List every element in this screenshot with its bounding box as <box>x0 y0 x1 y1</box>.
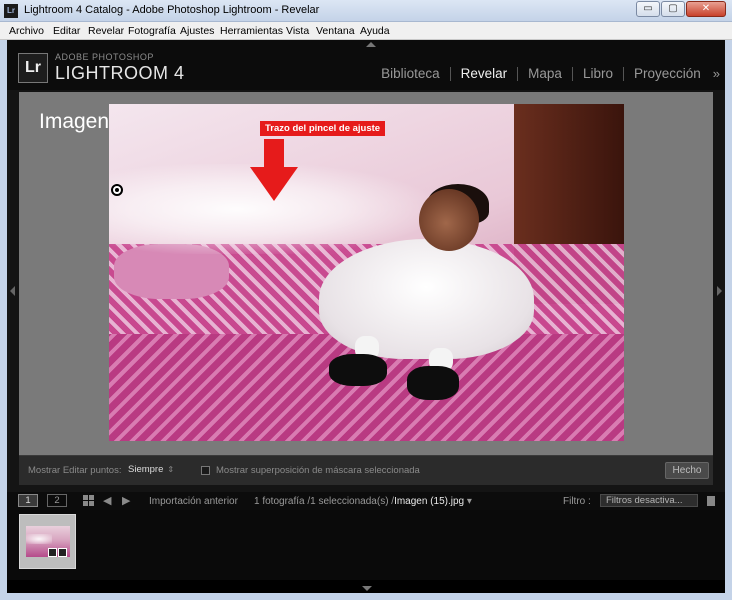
photo-canvas[interactable]: Trazo del pincel de ajuste <box>109 104 624 441</box>
show-edit-points-select[interactable]: Siempre ⇕ <box>128 464 174 475</box>
annotation-arrow-head-icon <box>250 167 298 201</box>
updown-icon: ⇕ <box>167 465 175 474</box>
window-controls: ▭ ▢ ✕ <box>636 1 726 17</box>
photo-face <box>419 189 479 251</box>
annotation-arrow-icon <box>264 139 284 169</box>
module-picker: Biblioteca Revelar Mapa Libro Proyección… <box>371 66 720 81</box>
brush-edit-pin-icon[interactable] <box>111 184 123 196</box>
window-title: Lightroom 4 Catalog - Adobe Photoshop Li… <box>24 4 320 16</box>
mask-overlay-checkbox[interactable] <box>201 466 210 475</box>
image-view[interactable]: Imagen (15).jpg Trazo del pincel de ajus… <box>19 92 713 455</box>
brand-subtitle: ADOBE PHOTOSHOP <box>55 52 154 62</box>
filmstrip-header: 1 2 ◀ ▶ Importación anterior 1 fotografí… <box>7 492 725 510</box>
menu-revelar[interactable]: Revelar <box>88 25 124 37</box>
done-button[interactable]: Hecho <box>665 462 709 479</box>
module-header: Lr ADOBE PHOTOSHOP LIGHTROOM 4 Bibliotec… <box>7 40 725 90</box>
filmstrip-source[interactable]: Importación anterior <box>149 496 238 507</box>
breadcrumb-prefix: 1 fotografía /1 seleccionada(s) / <box>254 496 395 507</box>
lightroom-logo: Lr <box>18 53 48 83</box>
collapse-top-panel-icon[interactable] <box>366 42 376 47</box>
lightroom-app-icon: Lr <box>4 4 18 18</box>
forward-arrow-icon[interactable]: ▶ <box>122 494 130 507</box>
grid-view-icon[interactable] <box>83 495 94 506</box>
module-mapa[interactable]: Mapa <box>518 66 572 81</box>
menu-ventana[interactable]: Ventana <box>316 25 355 37</box>
show-edit-points-label: Mostrar Editar puntos: <box>28 465 122 476</box>
breadcrumb-filename: Imagen (15).jpg <box>394 496 465 507</box>
photo-shoe <box>407 366 459 400</box>
filter-label: Filtro : <box>563 496 591 507</box>
mask-overlay-label: Mostrar superposición de máscara selecci… <box>216 465 420 476</box>
collapse-bottom-panel-icon[interactable] <box>362 586 372 591</box>
window-border-right <box>725 40 732 600</box>
menu-ayuda[interactable]: Ayuda <box>360 25 390 37</box>
window-border-left <box>0 40 7 600</box>
back-arrow-icon[interactable]: ◀ <box>103 494 111 507</box>
module-libro[interactable]: Libro <box>573 66 623 81</box>
photo-shoe <box>329 354 387 386</box>
window-border-bottom <box>0 593 732 600</box>
edited-badge-icon <box>58 548 67 557</box>
minimize-button[interactable]: ▭ <box>636 1 660 17</box>
module-proyeccion[interactable]: Proyección <box>624 66 711 81</box>
module-revelar[interactable]: Revelar <box>451 66 518 81</box>
chevron-down-icon: ▾ <box>466 496 472 507</box>
show-edit-points-value: Siempre <box>128 464 164 475</box>
title-bar: Lr Lightroom 4 Catalog - Adobe Photoshop… <box>0 0 732 22</box>
menu-bar: Archivo Editar Revelar Fotografía Ajuste… <box>0 22 732 40</box>
crop-badge-icon <box>48 548 57 557</box>
secondary-window-button[interactable]: 2 <box>47 494 67 507</box>
more-modules-icon[interactable]: » <box>711 66 720 81</box>
filter-select[interactable]: Filtros desactiva... <box>600 494 698 507</box>
primary-window-button[interactable]: 1 <box>18 494 38 507</box>
menu-vista[interactable]: Vista <box>286 25 309 37</box>
filmstrip-thumbnail[interactable] <box>19 514 76 569</box>
menu-herramientas[interactable]: Herramientas <box>220 25 283 37</box>
filmstrip <box>7 510 725 580</box>
close-button[interactable]: ✕ <box>686 1 726 17</box>
filter-lock-icon[interactable] <box>707 496 715 506</box>
main-work-area: Imagen (15).jpg Trazo del pincel de ajus… <box>7 90 725 492</box>
menu-archivo[interactable]: Archivo <box>9 25 44 37</box>
brand-title: LIGHTROOM 4 <box>55 63 185 83</box>
collapse-right-panel-icon[interactable] <box>717 286 722 296</box>
menu-fotografia[interactable]: Fotografía <box>128 25 176 37</box>
module-biblioteca[interactable]: Biblioteca <box>371 66 450 81</box>
maximize-button[interactable]: ▢ <box>661 1 685 17</box>
menu-ajustes[interactable]: Ajustes <box>180 25 214 37</box>
collapse-left-panel-icon[interactable] <box>10 286 15 296</box>
photo-dress <box>319 239 534 359</box>
develop-toolbar: Mostrar Editar puntos: Siempre ⇕ Mostrar … <box>19 455 713 485</box>
thumbnail-badges <box>48 548 68 558</box>
annotation-label: Trazo del pincel de ajuste <box>260 121 386 136</box>
filmstrip-breadcrumb[interactable]: 1 fotografía /1 seleccionada(s) /Imagen … <box>254 496 472 507</box>
menu-editar[interactable]: Editar <box>53 25 80 37</box>
